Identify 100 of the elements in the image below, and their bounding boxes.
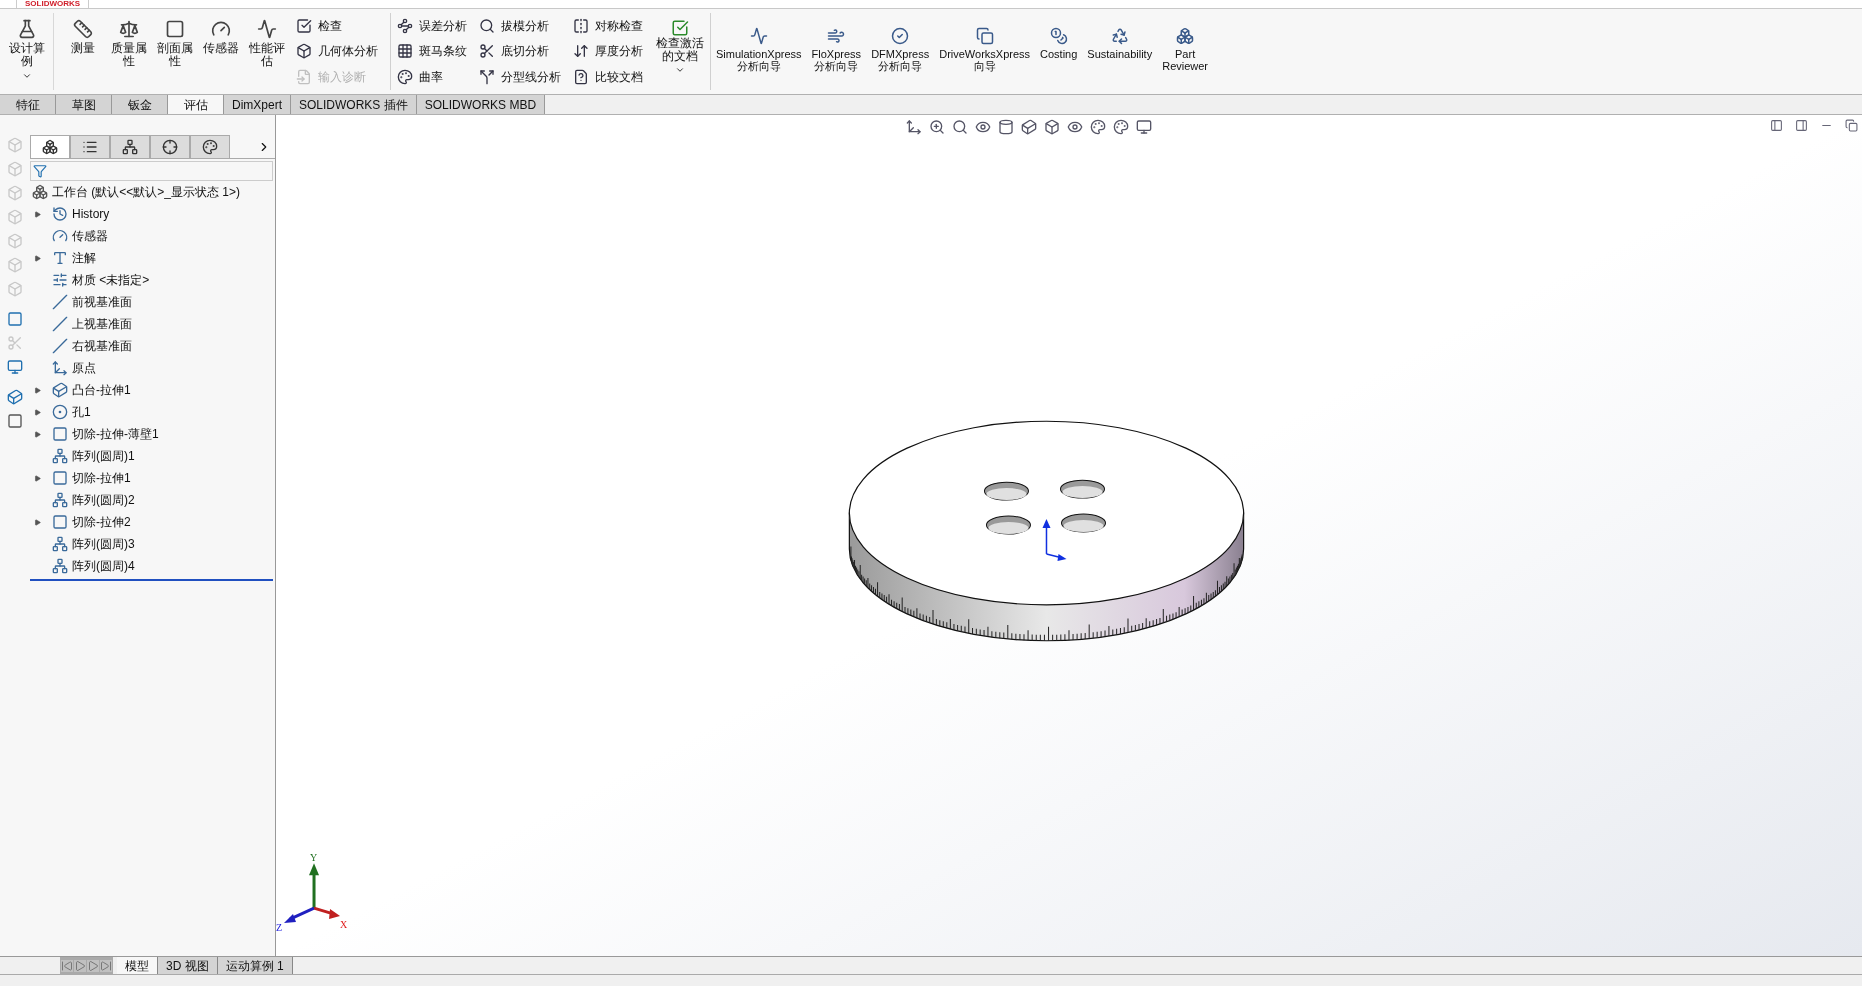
command-tab[interactable]: 钣金 [112, 95, 168, 114]
ribbon-button[interactable]: FloXpress 分析向导 [806, 13, 867, 90]
tree-item[interactable]: 切除-拉伸1 [72, 469, 131, 487]
view-icon[interactable] [975, 119, 991, 135]
command-tab[interactable]: DimXpert [224, 95, 291, 114]
expand-arrow-icon[interactable] [34, 254, 41, 262]
tree-item[interactable]: 孔1 [72, 403, 91, 421]
ribbon-button[interactable]: 几何体分析 [296, 40, 378, 63]
tool-icon [296, 43, 312, 60]
tree-item[interactable]: 右视基准面 [72, 337, 132, 355]
feature-icon [52, 448, 68, 464]
ribbon-button[interactable]: 拔模分析 [479, 14, 561, 37]
tree-item[interactable]: 前视基准面 [72, 293, 132, 311]
tree-item[interactable]: History [72, 205, 110, 223]
tree-item[interactable]: 传感器 [72, 227, 108, 245]
feature-icon [52, 492, 68, 508]
section-view-icon[interactable] [998, 119, 1014, 135]
cube-icon[interactable] [1021, 119, 1037, 135]
ribbon-button[interactable]: 对称检查 [573, 14, 643, 37]
appearance-icon[interactable] [1090, 119, 1106, 135]
ribbon-button[interactable]: 检查 [296, 14, 378, 37]
tool-icon [1049, 27, 1068, 45]
tool-icon [397, 43, 413, 60]
cube-icon[interactable] [1044, 119, 1060, 135]
ribbon-button[interactable]: 测量 [60, 13, 106, 90]
manager-tab[interactable] [110, 135, 150, 158]
ribbon-button[interactable]: 误差分析 [397, 14, 467, 37]
axis-label: X [340, 919, 348, 931]
ribbon-button[interactable]: 质量属性 [106, 13, 152, 90]
tool-icon [479, 43, 495, 60]
model-tab[interactable]: 3D 视图 [158, 957, 218, 974]
tree-item[interactable]: 阵列(圆周)1 [72, 447, 135, 465]
command-tab[interactable]: 评估 [168, 95, 224, 114]
tree-item[interactable]: 阵列(圆周)2 [72, 491, 135, 509]
ribbon-button[interactable]: DriveWorksXpress 向导 [934, 13, 1036, 90]
manager-tab[interactable] [30, 135, 70, 158]
tree-item[interactable]: 切除-拉伸-薄壁1 [72, 425, 159, 443]
tool-icon [257, 19, 277, 39]
expand-arrow-icon[interactable] [34, 386, 41, 394]
tree-icon [122, 139, 138, 155]
panel-icon[interactable] [1795, 119, 1808, 132]
filter-field[interactable] [30, 161, 273, 181]
manager-tab[interactable] [150, 135, 190, 158]
restore-icon[interactable] [1845, 119, 1858, 132]
ribbon-button[interactable]: 底切分析 [479, 40, 561, 63]
feature-icon [52, 382, 68, 398]
tool-icon [749, 27, 768, 45]
tree-root[interactable]: 工作台 (默认<<默认>_显示状态 1>) [52, 183, 241, 201]
zoom-area-icon[interactable] [952, 119, 968, 135]
tool-icon [211, 19, 231, 39]
expand-arrow-icon[interactable] [34, 430, 41, 438]
ribbon-button[interactable]: 分型线分析 [479, 66, 561, 89]
model-tab[interactable]: 运动算例 1 [217, 957, 293, 974]
expand-arrow-icon[interactable] [34, 518, 41, 526]
expand-arrow-icon[interactable] [34, 210, 41, 218]
command-tab[interactable]: 草图 [56, 95, 112, 114]
tree-item[interactable]: 凸台-拉伸1 [72, 381, 131, 399]
ribbon-button[interactable]: 设计算例 [0, 13, 54, 90]
eye-icon[interactable] [1067, 119, 1083, 135]
ribbon-button[interactable]: 剖面属性 [152, 13, 198, 90]
expand-arrow-icon[interactable] [34, 474, 41, 482]
part-icon[interactable] [7, 389, 23, 405]
command-tab[interactable]: 特征 [0, 95, 56, 114]
view-icon[interactable] [906, 119, 922, 135]
ribbon-button[interactable]: 曲率 [397, 66, 467, 89]
tool-icon [670, 19, 689, 37]
tree-item[interactable]: 材质 <未指定> [72, 271, 150, 289]
model-tab[interactable]: 模型 [117, 957, 158, 974]
tool-icon [73, 19, 93, 39]
tree-item[interactable]: 注解 [72, 249, 96, 267]
part-icon [42, 139, 58, 155]
panel-icon[interactable] [1770, 119, 1783, 132]
tree-item[interactable]: 阵列(圆周)3 [72, 535, 135, 553]
ribbon-button[interactable]: DFMXpress 分析向导 [866, 13, 935, 90]
feature-icon [52, 338, 68, 354]
ribbon-button[interactable]: 比较文档 [573, 66, 643, 89]
tree-item[interactable]: 阵列(圆周)4 [72, 557, 135, 575]
display-icon[interactable] [7, 359, 23, 375]
scene-icon[interactable] [1113, 119, 1129, 135]
ribbon-button[interactable]: 厚度分析 [573, 40, 643, 63]
tree-item[interactable]: 原点 [72, 359, 96, 377]
ribbon-button[interactable]: 斑马条纹 [397, 40, 467, 63]
expand-arrow-icon[interactable] [34, 408, 41, 416]
ribbon-button[interactable]: 检查激活的文档 [649, 13, 711, 90]
ribbon-button[interactable]: Costing [1035, 13, 1083, 90]
ribbon-button[interactable]: 传感器 [198, 13, 244, 90]
tree-item[interactable]: 切除-拉伸2 [72, 513, 131, 531]
manager-tab[interactable] [190, 135, 230, 158]
monitor-icon[interactable] [1136, 119, 1152, 135]
tool-icon [1176, 27, 1195, 45]
zoom-icon[interactable] [929, 119, 945, 135]
ribbon-button[interactable]: Sustainability [1082, 13, 1158, 90]
ribbon-button[interactable]: 性能评估 [244, 13, 290, 90]
feature-icon [52, 294, 68, 310]
ribbon-button[interactable]: Part Reviewer [1157, 13, 1214, 90]
caret-icon [674, 65, 685, 75]
ribbon-button[interactable]: SimulationXpress 分析向导 [711, 13, 807, 90]
tree-item[interactable]: 上视基准面 [72, 315, 132, 333]
command-tab[interactable]: SOLIDWORKS 插件 [291, 95, 417, 114]
command-tab[interactable]: SOLIDWORKS MBD [416, 95, 546, 114]
